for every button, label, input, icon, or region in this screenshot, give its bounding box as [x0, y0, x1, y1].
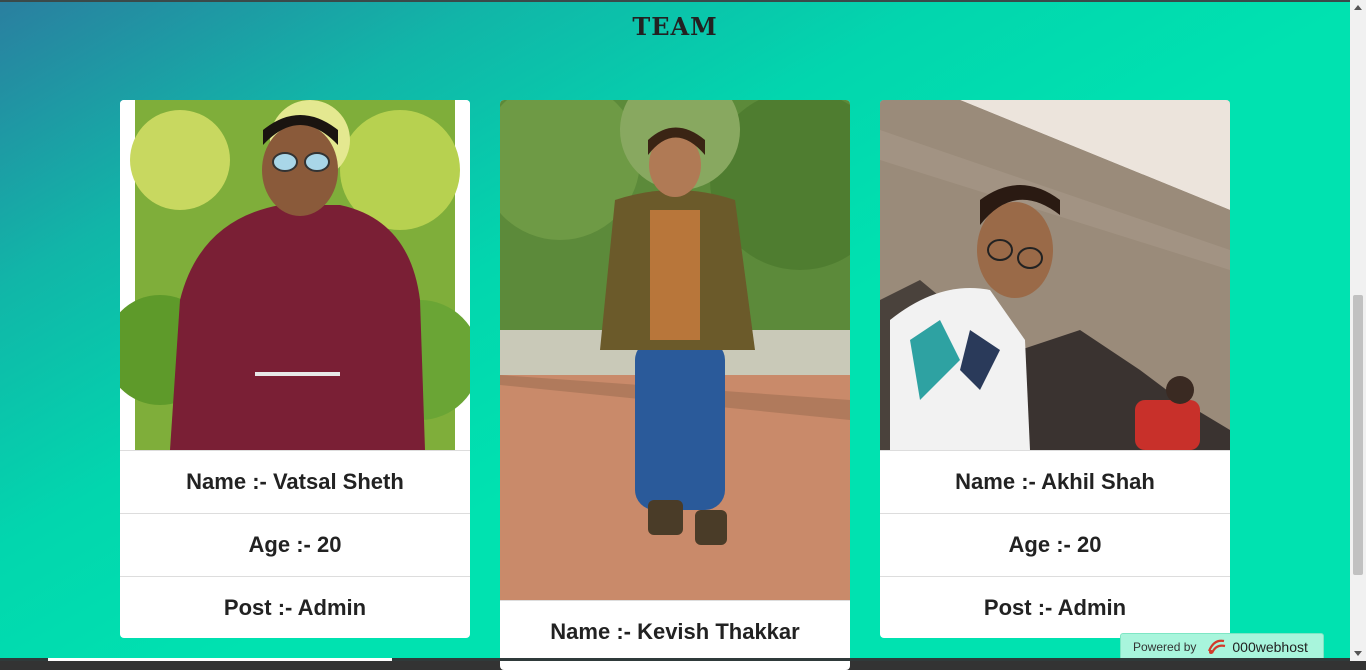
page-title: TEAM	[632, 12, 718, 41]
powered-by-label: Powered by	[1133, 640, 1197, 654]
member-post: Post :- Admin	[223, 595, 367, 620]
member-photo	[120, 100, 470, 451]
member-name: Name :- Kevish Thakkar	[550, 619, 800, 644]
page-background: TEAM Name :- Vatsal Sheth Age :- 20 Post	[0, 0, 1350, 670]
member-age: Age :- 20	[880, 514, 1230, 577]
member-name: Name :- Vatsal Sheth	[120, 451, 470, 514]
000webhost-logo-icon	[1206, 637, 1228, 658]
member-age: Age :- 20	[120, 514, 470, 577]
team-card-vatsal: Name :- Vatsal Sheth Age :- 20 Post :- A…	[120, 100, 470, 638]
team-card-akhil: Name :- Akhil Shah Age :- 20 Post :- Adm…	[880, 100, 1230, 638]
scroll-down-icon[interactable]	[1354, 651, 1362, 656]
vertical-scrollbar[interactable]	[1350, 0, 1366, 661]
scrollbar-thumb[interactable]	[1353, 295, 1363, 575]
member-photo	[880, 100, 1230, 451]
scroll-up-icon[interactable]	[1354, 5, 1362, 10]
powered-by-brand: 000webhost	[1232, 639, 1308, 655]
team-card-kevish: Name :- Kevish Thakkar	[500, 100, 850, 670]
member-post: Post :- Admin	[983, 595, 1127, 620]
member-name: Name :- Akhil Shah	[880, 451, 1230, 514]
powered-by-badge[interactable]: Powered by 000webhost	[1120, 633, 1324, 661]
member-photo	[500, 100, 850, 601]
